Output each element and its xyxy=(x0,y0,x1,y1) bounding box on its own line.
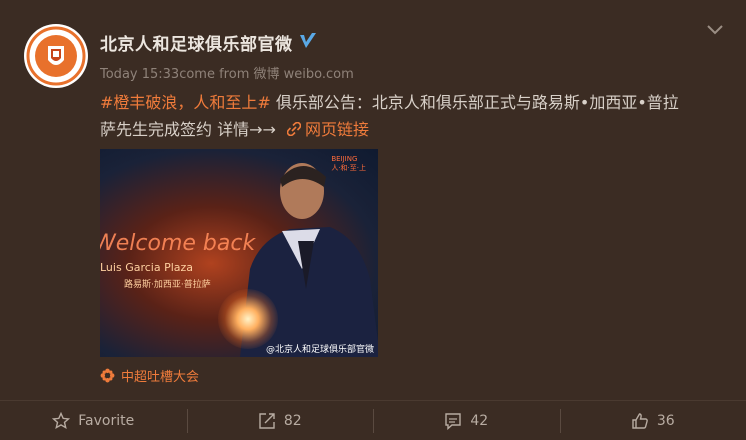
post-source[interactable]: 微博 weibo.com xyxy=(254,67,354,82)
club-logo-icon xyxy=(26,26,86,86)
hashtag-link[interactable]: #橙丰破浪，人和至上# xyxy=(100,93,271,112)
star-icon xyxy=(52,411,71,429)
share-icon xyxy=(259,412,275,429)
coach-name-en: Luis Garcia Plaza xyxy=(100,261,194,274)
comment-icon xyxy=(445,412,462,430)
source-prefix: come from xyxy=(179,67,250,82)
like-button[interactable]: 36 xyxy=(559,401,746,440)
coach-name-cn: 路易斯·加西亚·普拉萨 xyxy=(124,280,211,290)
post-text-line1: 俱乐部公告：北京人和俱乐部正式与路易斯•加西亚•普拉 xyxy=(270,93,679,112)
corner-logo-line1: BEIJING xyxy=(331,155,358,163)
like-count: 36 xyxy=(656,412,675,429)
welcome-text: Welcome back xyxy=(100,231,256,256)
image-watermark: @北京人和足球俱乐部官微 xyxy=(265,345,374,355)
corner-logo-line2: 人·和·至·上 xyxy=(331,164,366,172)
action-bar: Favorite 82 42 36 xyxy=(0,400,746,440)
thumbs-up-icon xyxy=(632,412,648,429)
light-flare xyxy=(218,289,278,349)
repost-button[interactable]: 82 xyxy=(186,401,374,440)
post-image[interactable]: BEIJING 人·和·至·上 Welcome back Luis Garcia… xyxy=(100,149,378,357)
topic-link[interactable]: 中超吐槽大会 xyxy=(100,366,199,385)
verified-icon xyxy=(300,33,316,48)
post-time[interactable]: Today 15:33 xyxy=(100,67,179,82)
author-name[interactable]: 北京人和足球俱乐部官微 xyxy=(100,30,293,55)
avatar[interactable] xyxy=(24,24,88,88)
corner-logo: BEIJING 人·和·至·上 xyxy=(331,155,366,173)
topic-label: 中超吐槽大会 xyxy=(121,370,200,385)
post-meta: Today 15:33come from 微博 weibo.com xyxy=(100,63,354,82)
repost-count: 82 xyxy=(283,412,302,429)
favorite-label: Favorite xyxy=(78,412,135,429)
link-icon xyxy=(287,122,301,136)
web-link[interactable]: 网页链接 xyxy=(281,120,369,139)
weibo-post-card: 北京人和足球俱乐部官微 Today 15:33come from 微博 weib… xyxy=(0,0,746,440)
topic-flower-icon xyxy=(100,368,115,383)
post-text: #橙丰破浪，人和至上# 俱乐部公告：北京人和俱乐部正式与路易斯•加西亚•普拉 萨… xyxy=(100,89,730,143)
chevron-down-icon[interactable] xyxy=(706,22,724,36)
comment-button[interactable]: 42 xyxy=(373,401,560,440)
favorite-button[interactable]: Favorite xyxy=(0,401,187,440)
comment-count: 42 xyxy=(470,412,489,429)
post-text-line2: 萨先生完成签约 详情→→ xyxy=(100,120,281,139)
web-link-label: 网页链接 xyxy=(305,120,370,139)
